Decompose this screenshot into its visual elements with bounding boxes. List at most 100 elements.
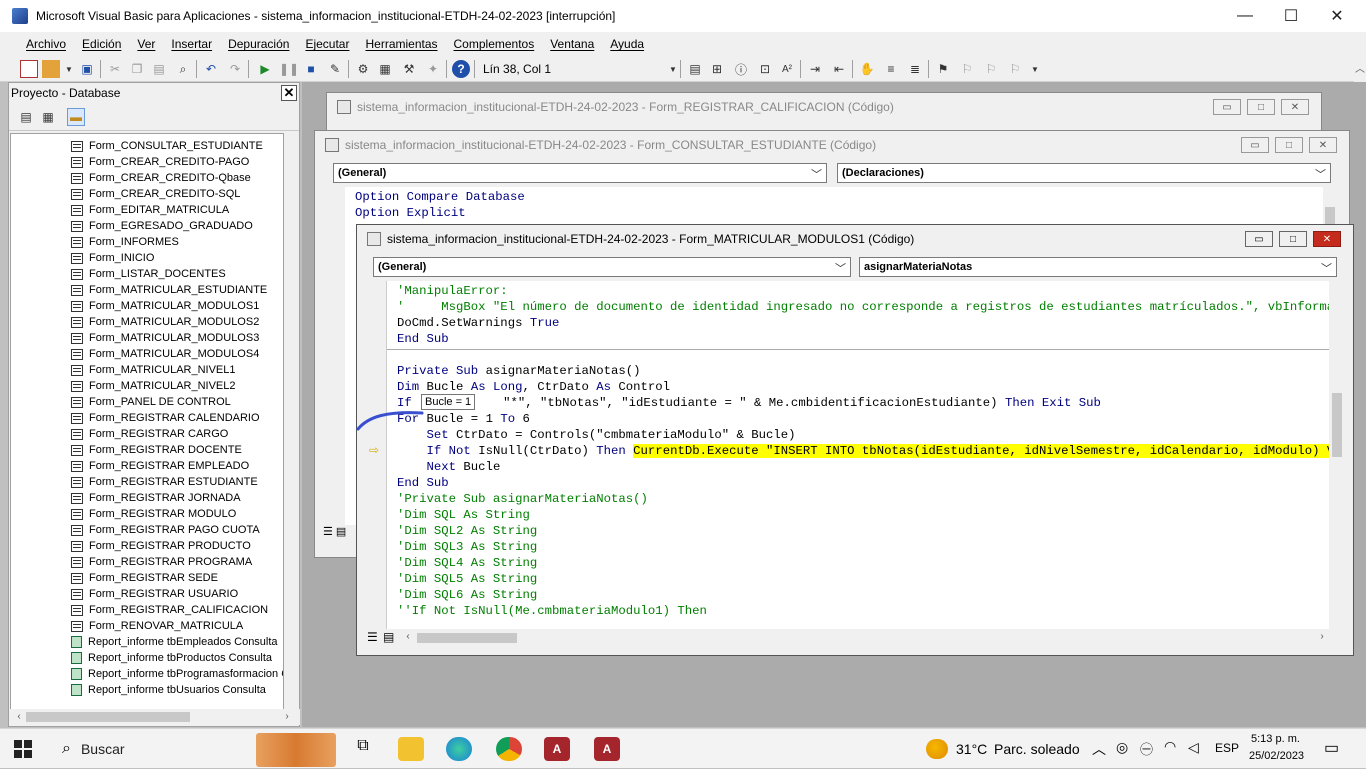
tree-item-form[interactable]: Form_EGRESADO_GRADUADO (71, 218, 253, 234)
list-constants-icon[interactable]: ⊞ (708, 60, 726, 78)
chrome-icon[interactable] (496, 737, 522, 761)
win3-hscroll-thumb[interactable] (417, 633, 517, 643)
language-indicator[interactable]: ESP (1215, 741, 1239, 755)
tree-item-form[interactable]: Form_MATRICULAR_MODULOS1 (71, 298, 259, 314)
break-icon[interactable]: ❚❚ (279, 60, 299, 78)
menu-archivo[interactable]: Archivo (26, 37, 66, 51)
tree-item-report[interactable]: Report_informe tbProductos Consulta (71, 650, 272, 666)
properties-icon[interactable]: ▦ (376, 60, 394, 78)
tree-item-form[interactable]: Form_REGISTRAR PAGO CUOTA (71, 522, 260, 538)
clock-date[interactable]: 25/02/2023 (1249, 750, 1304, 762)
tree-item-form[interactable]: Form_REGISTRAR SEDE (71, 570, 218, 586)
code-window-matricular-modulos1[interactable]: sistema_informacion_institucional-ETDH-2… (356, 224, 1354, 656)
redo-icon[interactable]: ↷ (226, 60, 244, 78)
paste-icon[interactable]: ▤ (150, 60, 168, 78)
tree-item-report[interactable]: Report_informe tbEmpleados Consulta (71, 634, 278, 650)
tree-item-form[interactable]: Form_REGISTRAR_CALIFICACION (71, 602, 268, 618)
chevron-up-icon[interactable]: ︿ (1092, 739, 1106, 759)
cut-icon[interactable]: ✂ (106, 60, 124, 78)
win2-minimize-icon[interactable]: ▭ (1241, 137, 1269, 153)
object-combo[interactable]: (General) ﹀ (373, 257, 851, 277)
weather-temp[interactable]: 31°C (956, 741, 987, 757)
undo-icon[interactable]: ↶ (202, 60, 220, 78)
edge-icon[interactable] (446, 737, 472, 761)
procedure-combo[interactable]: asignarMateriaNotas ﹀ (859, 257, 1337, 277)
volume-icon[interactable]: ◁ (1188, 739, 1199, 756)
uncomment-block-icon[interactable]: ≣ (906, 60, 924, 78)
tree-item-form[interactable]: Form_MATRICULAR_ESTUDIANTE (71, 282, 267, 298)
close-icon[interactable]: ✕ (1314, 0, 1360, 32)
meet-now-icon[interactable]: ◎ (1116, 739, 1128, 756)
menu-ver[interactable]: Ver (137, 37, 155, 51)
scroll-left-icon[interactable]: ‹ (401, 631, 415, 642)
win2-close-icon[interactable]: ✕ (1309, 137, 1337, 153)
menu-ejecutar[interactable]: Ejecutar (305, 37, 349, 51)
input-method-icon[interactable]: ㊀ (1140, 739, 1153, 758)
parameter-info-icon[interactable]: ⊡ (756, 60, 774, 78)
complete-word-icon[interactable]: A² (778, 60, 796, 78)
copy-icon[interactable]: ❐ (128, 60, 146, 78)
tree-item-form[interactable]: Form_INICIO (71, 250, 154, 266)
tree-item-form[interactable]: Form_CREAR_CREDITO-SQL (71, 186, 240, 202)
code-editor[interactable]: 'ManipulaError: ' MsgBox "El número de d… (387, 281, 1329, 629)
menu-insertar[interactable]: Insertar (171, 37, 212, 51)
tree-item-form[interactable]: Form_LISTAR_DOCENTES (71, 266, 226, 282)
quick-info-icon[interactable]: ⓘ (732, 60, 750, 78)
clock-time[interactable]: 5:13 p. m. (1251, 733, 1300, 745)
tree-item-form[interactable]: Form_CONSULTAR_ESTUDIANTE (71, 138, 263, 154)
project-explorer-icon[interactable]: ⚙ (354, 60, 372, 78)
weather-text[interactable]: Parc. soleado (994, 741, 1080, 757)
object-browser-icon[interactable]: ⚒ (400, 60, 418, 78)
tree-item-form[interactable]: Form_REGISTRAR JORNADA (71, 490, 241, 506)
help-icon[interactable]: ? (452, 60, 470, 78)
tree-item-form[interactable]: Form_CREAR_CREDITO-PAGO (71, 154, 249, 170)
menu-ayuda[interactable]: Ayuda (610, 37, 644, 51)
win2-maximize-icon[interactable]: □ (1275, 137, 1303, 153)
save-icon[interactable]: ▣ (78, 60, 96, 78)
tree-item-form[interactable]: Form_REGISTRAR MODULO (71, 506, 236, 522)
code-window-registrar-calificacion[interactable]: sistema_informacion_institucional-ETDH-2… (326, 92, 1322, 132)
tree-scroll-left-icon[interactable]: ‹ (12, 711, 26, 722)
tree-hscroll-thumb[interactable] (26, 712, 190, 722)
scroll-up-icon[interactable]: ︿ (1353, 60, 1366, 75)
tree-item-form[interactable]: Form_REGISTRAR CALENDARIO (71, 410, 260, 426)
clear-bookmarks-icon[interactable]: ⚐ (1006, 60, 1024, 78)
insert-userform-icon[interactable] (42, 60, 60, 78)
toggle-folders-icon[interactable]: ▬ (67, 108, 85, 126)
view-mode-icon[interactable]: ☰ ▤ (323, 525, 359, 541)
comment-block-icon[interactable]: ≡ (882, 60, 900, 78)
toggle-bookmark-icon[interactable]: ⚑ (934, 60, 952, 78)
full-module-view-icon[interactable]: ▤ (383, 630, 394, 644)
win3-vscroll[interactable] (1329, 281, 1345, 629)
tree-item-form[interactable]: Form_INFORMES (71, 234, 179, 250)
procedure-combo[interactable]: (Declaraciones) ﹀ (837, 163, 1331, 183)
notifications-icon[interactable]: ▭ (1324, 738, 1339, 758)
list-properties-icon[interactable]: ▤ (686, 60, 704, 78)
tree-scroll-right-icon[interactable]: › (280, 711, 294, 722)
win3-hscroll[interactable]: ☰ ▤ ‹ › (365, 629, 1345, 647)
find-icon[interactable]: ⌕ (174, 60, 192, 78)
tree-item-form[interactable]: Form_RENOVAR_MATRICULA (71, 618, 243, 634)
run-icon[interactable]: ▶ (256, 60, 274, 78)
toolbar-end-dropdown-icon[interactable]: ▼ (1026, 60, 1044, 78)
win3-close-icon[interactable]: ✕ (1313, 231, 1341, 247)
weather-icon[interactable] (926, 739, 948, 759)
menu-edicion[interactable]: Edición (82, 37, 121, 51)
menu-herramientas[interactable]: Herramientas (365, 37, 437, 51)
project-close-icon[interactable]: ✕ (281, 85, 297, 101)
view-access-icon[interactable] (20, 60, 38, 78)
tree-hscroll[interactable]: ‹ › (10, 709, 300, 725)
tree-item-form[interactable]: Form_REGISTRAR USUARIO (71, 586, 238, 602)
tree-item-form[interactable]: Form_REGISTRAR EMPLEADO (71, 458, 249, 474)
procedure-view-icon[interactable]: ☰ (367, 630, 378, 644)
menu-depuracion[interactable]: Depuración (228, 37, 289, 51)
tree-item-form[interactable]: Form_MATRICULAR_MODULOS4 (71, 346, 259, 362)
tree-item-report[interactable]: Report_informe tbUsuarios Consulta (71, 682, 266, 698)
reset-icon[interactable]: ■ (302, 60, 320, 78)
win3-maximize-icon[interactable]: □ (1279, 231, 1307, 247)
menu-ventana[interactable]: Ventana (550, 37, 594, 51)
scroll-right-icon[interactable]: › (1315, 631, 1329, 642)
object-combo[interactable]: (General) ﹀ (333, 163, 827, 183)
view-code-icon[interactable]: ▤ (17, 108, 35, 126)
access-icon[interactable]: A (544, 737, 570, 761)
